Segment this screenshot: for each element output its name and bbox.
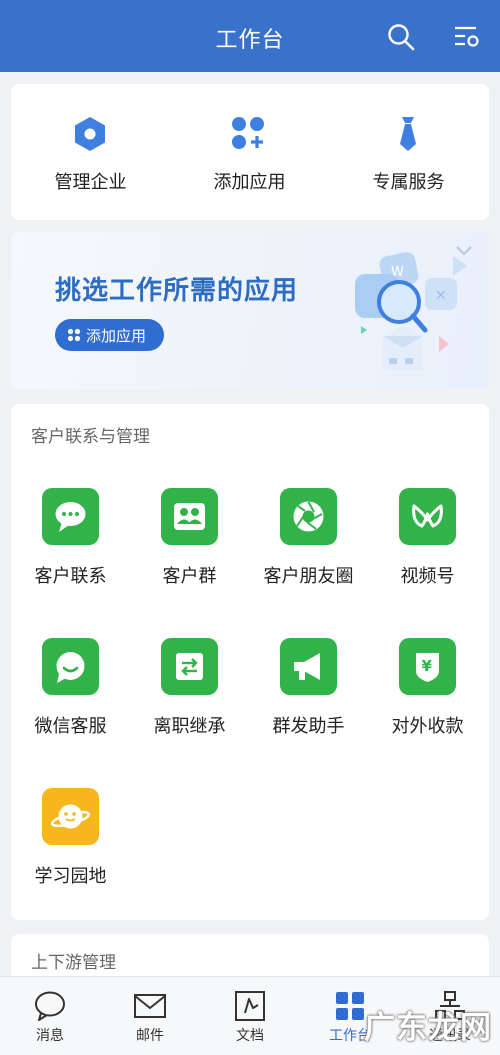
app-customer-contact[interactable]: 客户联系: [11, 488, 130, 608]
app-label: 客户群: [162, 566, 217, 587]
app-mass-messaging[interactable]: 群发助手: [249, 638, 368, 758]
app-customer-group[interactable]: 客户群: [130, 488, 249, 608]
tie-icon: [400, 117, 416, 151]
yuan-shield-icon: ¥: [399, 638, 456, 695]
app-label: 学习园地: [34, 866, 107, 887]
settings-icon[interactable]: [452, 22, 482, 52]
app-wechat-service[interactable]: 微信客服: [11, 638, 130, 758]
page-title: 工作台: [215, 28, 285, 53]
app-learning-garden[interactable]: 学习园地: [11, 788, 130, 908]
chat-bubble-icon: [42, 488, 99, 545]
app-label: 微信客服: [34, 716, 107, 737]
app-resignation-inherit[interactable]: 离职继承: [130, 638, 249, 758]
banner-title: 挑选工作所需的应用: [55, 276, 299, 306]
mail-icon: [134, 994, 166, 1018]
megaphone-icon: [280, 638, 337, 695]
tab-label: 邮件: [136, 1028, 164, 1044]
promo-banner[interactable]: 挑选工作所需的应用 添加应用 W ✕: [11, 232, 489, 390]
svg-text:✕: ✕: [435, 288, 447, 304]
banner-add-app-button[interactable]: 添加应用: [55, 319, 164, 351]
app-label: 离职继承: [153, 716, 226, 737]
app-video-channel[interactable]: 视频号: [368, 488, 487, 608]
section-title: 上下游管理: [31, 953, 116, 973]
tab-documents[interactable]: 文档: [200, 977, 300, 1055]
app-header: 工作台: [0, 0, 500, 72]
exclusive-service-button[interactable]: 专属服务: [329, 84, 488, 220]
grid-dots-icon: [67, 328, 81, 342]
quick-action-label: 管理企业: [54, 172, 127, 193]
tab-mail[interactable]: 邮件: [100, 977, 200, 1055]
transfer-icon: [161, 638, 218, 695]
quick-actions-card: 管理企业 添加应用 专属服务: [11, 84, 489, 220]
planet-icon: [42, 788, 99, 845]
watermark-text: 广东龙网: [364, 1010, 492, 1046]
service-chat-icon: [42, 638, 99, 695]
workbench-icon: [336, 992, 364, 1020]
section-title: 客户联系与管理: [31, 427, 150, 447]
aperture-icon: [280, 488, 337, 545]
app-label: 客户联系: [34, 566, 107, 587]
app-search-illustration: W ✕: [355, 252, 467, 370]
app-label: 客户朋友圈: [263, 566, 354, 587]
app-label: 群发助手: [272, 716, 345, 737]
group-icon: [161, 488, 218, 545]
message-icon: [35, 991, 65, 1021]
banner-button-label: 添加应用: [86, 327, 147, 345]
add-app-button[interactable]: 添加应用: [170, 84, 329, 220]
tab-messages[interactable]: 消息: [0, 977, 100, 1055]
add-app-icon: [232, 117, 264, 149]
video-channel-icon: [399, 488, 456, 545]
quick-action-label: 添加应用: [213, 172, 286, 193]
document-icon: [235, 991, 265, 1021]
app-label: 视频号: [400, 566, 455, 587]
search-icon[interactable]: [386, 22, 416, 52]
app-label: 对外收款: [391, 716, 464, 737]
manage-enterprise-button[interactable]: 管理企业: [11, 84, 170, 220]
svg-text:¥: ¥: [422, 657, 433, 675]
tab-label: 消息: [36, 1028, 64, 1044]
app-customer-moments[interactable]: 客户朋友圈: [249, 488, 368, 608]
customer-management-section: 客户联系与管理 客户联系 客户群 客户朋友圈 视频号 微信客服 离职继承 群发助…: [11, 404, 489, 920]
quick-action-label: 专属服务: [372, 172, 445, 193]
tab-label: 文档: [236, 1028, 264, 1044]
hexagon-icon: [75, 117, 105, 151]
app-external-payment[interactable]: ¥ 对外收款: [368, 638, 487, 758]
